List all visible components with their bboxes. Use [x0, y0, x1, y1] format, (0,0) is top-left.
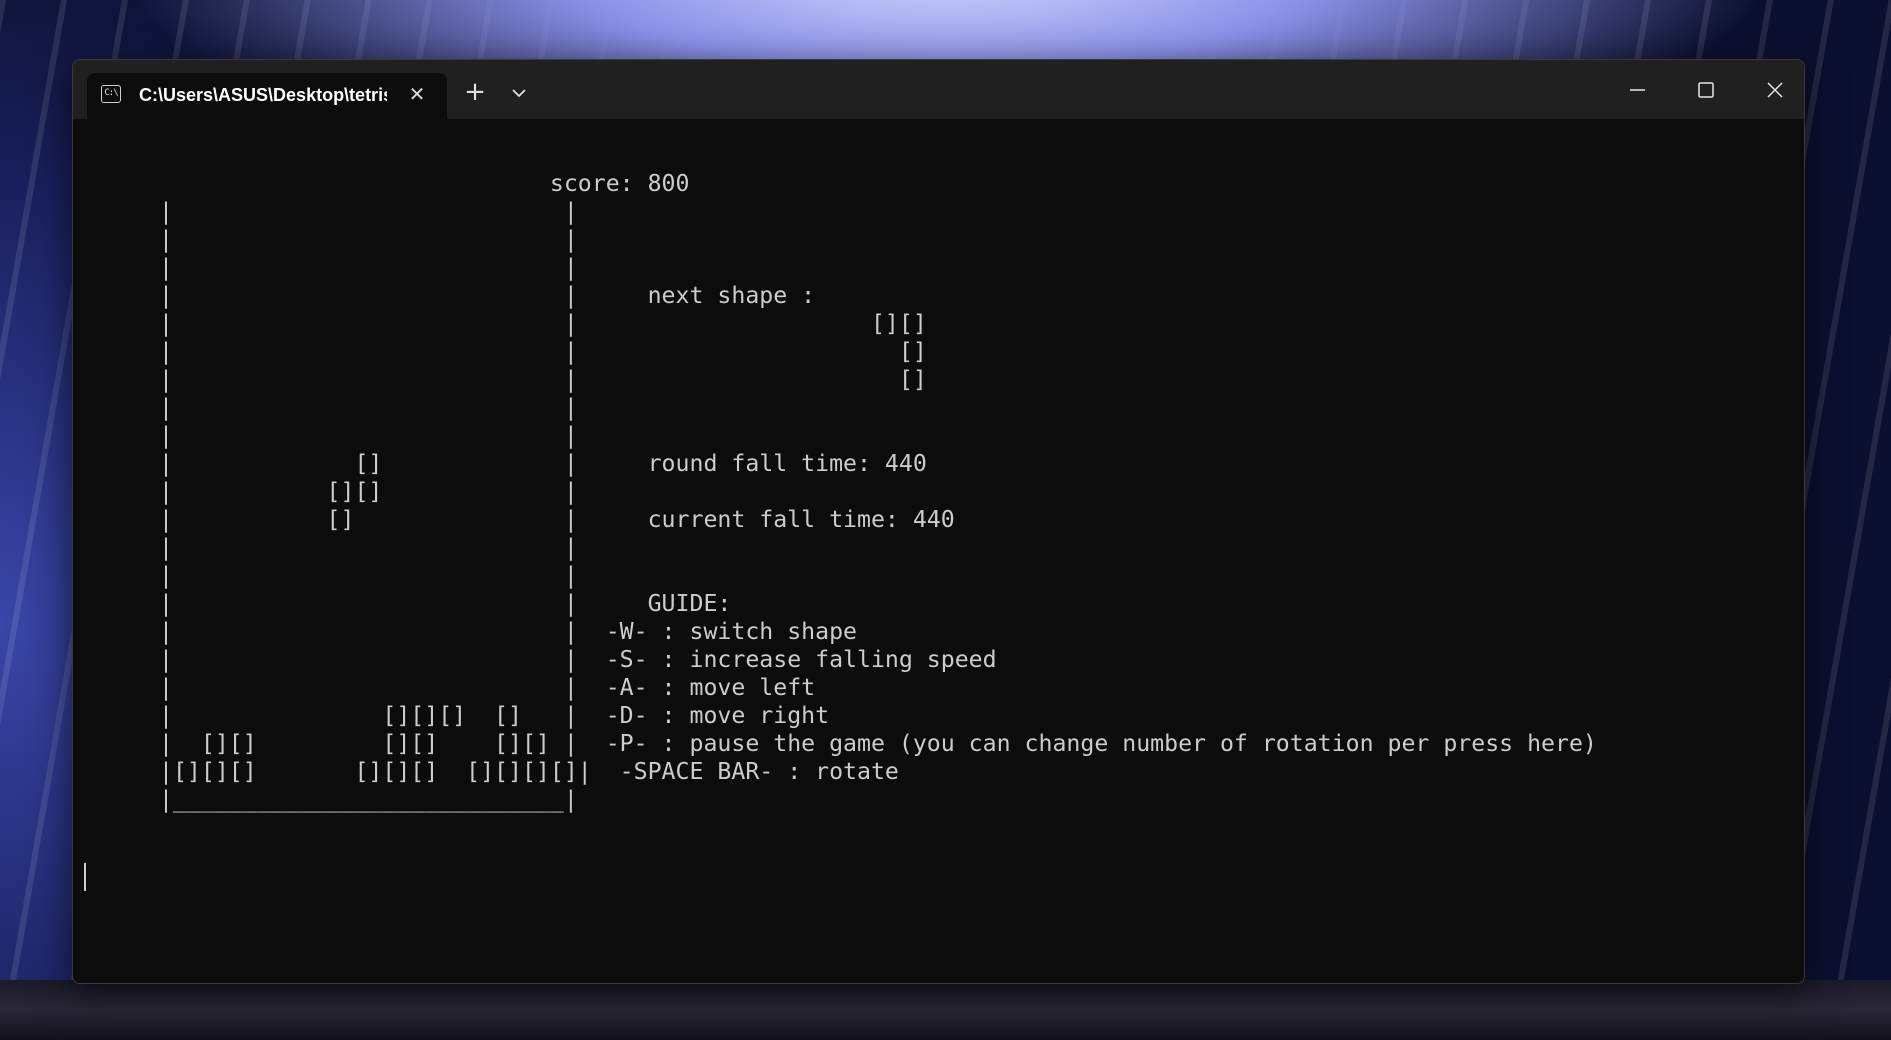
terminal-line: | | — [159, 226, 578, 253]
tab-title: C:\Users\ASUS\Desktop\tetris — [139, 85, 387, 105]
terminal-line: | | — [159, 422, 578, 449]
terminal-line: |[][][] [][][] [][][][]| -SPACE BAR- : r… — [159, 758, 899, 785]
terminal-window[interactable]: C:\ C:\Users\ASUS\Desktop\tetris ✕ + sco… — [72, 59, 1805, 984]
minimize-button[interactable] — [1614, 74, 1660, 106]
maximize-icon — [1698, 82, 1714, 98]
terminal-line: | | — [159, 534, 578, 561]
chevron-down-icon — [512, 89, 526, 98]
terminal-line: | [][][] [] | -D- : move right — [159, 702, 830, 729]
terminal-output[interactable]: score: 800 | | | | | | | | next shape : … — [73, 119, 1804, 983]
wallpaper-floor — [0, 980, 1891, 1040]
terminal-line: | [][] | — [159, 478, 578, 505]
terminal-line: | | -W- : switch shape — [159, 618, 858, 645]
tab-tetris[interactable]: C:\ C:\Users\ASUS\Desktop\tetris ✕ — [87, 73, 447, 119]
text-cursor — [84, 863, 86, 891]
terminal-line: |____________________________| — [159, 786, 578, 813]
terminal-line: | | — [159, 562, 578, 589]
maximize-button[interactable] — [1683, 74, 1729, 106]
command-prompt-icon: C:\ — [101, 85, 121, 103]
close-icon — [1767, 82, 1783, 98]
terminal-line: | | next shape : — [159, 282, 816, 309]
terminal-line: | | -A- : move left — [159, 674, 816, 701]
terminal-line: | | [][] — [159, 310, 927, 337]
terminal-line: | | -S- : increase falling speed — [159, 646, 997, 673]
terminal-line: | | [] — [159, 366, 927, 393]
terminal-line: | [] | round fall time: 440 — [159, 450, 927, 477]
title-bar[interactable]: C:\ C:\Users\ASUS\Desktop\tetris ✕ + — [73, 60, 1804, 119]
terminal-line: | | — [159, 254, 578, 281]
terminal-line: | | GUIDE: — [159, 590, 732, 617]
minimize-icon — [1630, 89, 1645, 91]
tab-dropdown-button[interactable] — [505, 79, 533, 107]
terminal-line: | | — [159, 394, 578, 421]
terminal-line: | | — [159, 198, 578, 225]
new-tab-button[interactable]: + — [459, 77, 491, 109]
terminal-line: score: 800 — [159, 170, 690, 197]
tab-close-icon[interactable]: ✕ — [405, 82, 429, 106]
terminal-line: | [] | current fall time: 440 — [159, 506, 955, 533]
close-window-button[interactable] — [1752, 74, 1798, 106]
terminal-line: | [][] [][] [][] | -P- : pause the game … — [159, 730, 1597, 757]
terminal-line: | | [] — [159, 338, 927, 365]
